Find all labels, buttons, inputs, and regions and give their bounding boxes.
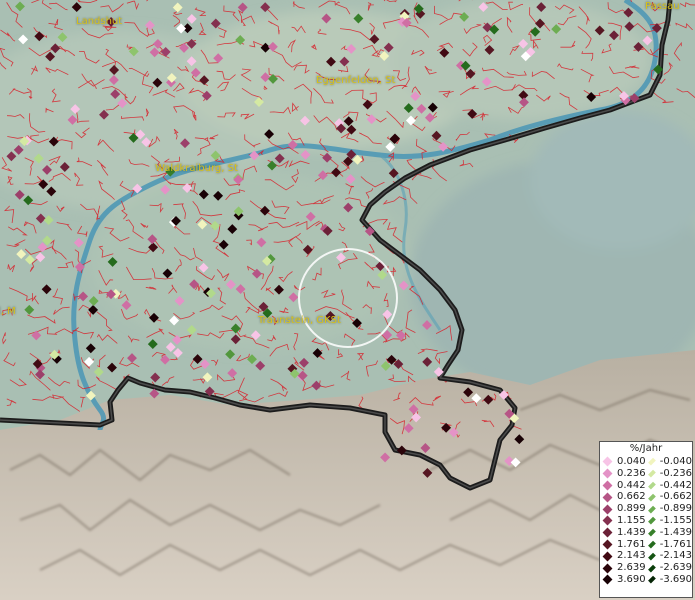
legend-value: -0.899 xyxy=(659,503,692,515)
legend-swatch xyxy=(602,539,613,550)
legend-entry-negative: -0.442 xyxy=(646,480,692,492)
legend-value: -0.236 xyxy=(659,467,692,479)
place-label-left-edge: l, M xyxy=(0,306,16,317)
legend-entry-positive: 2.639 xyxy=(600,562,646,574)
legend-value: 3.690 xyxy=(617,573,646,585)
legend-value: 2.639 xyxy=(617,562,646,574)
legend-swatch xyxy=(602,456,613,467)
legend-value: 0.662 xyxy=(617,491,646,503)
legend-value: 1.761 xyxy=(617,538,646,550)
legend-row: 1.439 -1.439 xyxy=(600,527,692,539)
legend-swatch xyxy=(648,552,656,561)
legend-entry-negative: -0.662 xyxy=(646,491,692,503)
legend-entry-negative: -2.639 xyxy=(646,562,692,574)
legend-value: -0.662 xyxy=(659,491,692,503)
place-label-traunstein: Traunstein, GKSt xyxy=(258,315,341,326)
legend-entry-positive: 0.040 xyxy=(600,456,646,468)
legend-value: 1.439 xyxy=(617,526,646,538)
legend-value: 2.143 xyxy=(617,550,646,562)
legend-entry-negative: -1.155 xyxy=(646,515,692,527)
legend-swatch xyxy=(648,564,656,572)
legend-entry-negative: -0.236 xyxy=(646,468,692,480)
legend-row: 0.236 -0.236 xyxy=(600,468,692,480)
legend-swatch xyxy=(602,551,613,562)
legend-entry-positive: 1.439 xyxy=(600,527,646,539)
terrain-map[interactable] xyxy=(0,0,695,600)
legend-swatch xyxy=(648,493,656,502)
place-label-passau: Passau xyxy=(645,1,680,12)
legend-value: -3.690 xyxy=(659,573,692,585)
legend-entry-negative: -0.899 xyxy=(646,503,692,515)
legend-value: -0.040 xyxy=(659,456,692,467)
legend-swatch xyxy=(602,504,613,515)
legend-entry-positive: 1.155 xyxy=(600,515,646,527)
legend-row: 0.899 -0.899 xyxy=(600,503,692,515)
legend-entry-positive: 0.662 xyxy=(600,491,646,503)
legend-value: 0.236 xyxy=(617,467,646,479)
legend-value: 0.442 xyxy=(617,479,646,491)
legend-unit: %/Jahr xyxy=(629,443,663,454)
legend-row: 3.690 -3.690 xyxy=(600,574,692,586)
legend-swatch xyxy=(648,505,656,513)
legend-entry-negative: -1.761 xyxy=(646,539,692,551)
legend-row: 2.639 -2.639 xyxy=(600,562,692,574)
legend-value: 0.040 xyxy=(617,456,646,467)
legend-value: -1.155 xyxy=(659,514,692,526)
legend-swatch xyxy=(602,563,613,574)
legend-row: 1.761 -1.761 xyxy=(600,539,692,551)
legend-entry-positive: 2.143 xyxy=(600,550,646,562)
legend-swatch xyxy=(648,458,656,466)
legend-swatch xyxy=(602,468,613,479)
legend-entry-positive: 0.442 xyxy=(600,480,646,492)
legend-swatch xyxy=(602,515,613,526)
legend-row: 0.662 -0.662 xyxy=(600,491,692,503)
legend-entry-positive: 0.236 xyxy=(600,468,646,480)
legend-swatch xyxy=(602,480,613,491)
legend-swatch xyxy=(648,517,656,525)
legend-swatch xyxy=(602,492,613,503)
legend-swatch xyxy=(602,527,613,538)
legend-value: 1.155 xyxy=(617,514,646,526)
legend-row: 0.442 -0.442 xyxy=(600,480,692,492)
legend-entry-negative: -3.690 xyxy=(646,574,692,586)
place-label-waldkraiburg: Waldkraiburg, St xyxy=(155,163,238,174)
legend-row: 2.143 -2.143 xyxy=(600,550,692,562)
legend-value: -2.143 xyxy=(659,550,692,562)
place-label-landshut: Landshut xyxy=(76,16,123,27)
legend-row: 1.155 -1.155 xyxy=(600,515,692,527)
legend-value: -1.439 xyxy=(659,526,692,538)
legend-swatch xyxy=(648,576,656,584)
legend-entry-negative: -0.040 xyxy=(646,456,692,468)
legend-entry-positive: 0.899 xyxy=(600,503,646,515)
legend-swatch xyxy=(648,469,656,478)
legend-entry-negative: -2.143 xyxy=(646,550,692,562)
legend-swatch xyxy=(648,481,656,490)
legend-entry-positive: 3.690 xyxy=(600,574,646,586)
place-label-eggenfelden: Eggenfelden, St xyxy=(316,75,396,86)
legend-swatch xyxy=(602,574,613,585)
legend-rows: 0.040 -0.040 0.236 -0.236 0.442 -0.442 0.662 -0… xyxy=(600,456,692,586)
legend-swatch xyxy=(648,540,656,549)
legend-value: -2.639 xyxy=(659,562,692,574)
legend-value: -0.442 xyxy=(659,479,692,491)
legend-swatch xyxy=(648,528,656,537)
legend-row: 0.040 -0.040 xyxy=(600,456,692,468)
legend-entry-negative: -1.439 xyxy=(646,527,692,539)
legend-value: 0.899 xyxy=(617,503,646,515)
legend-value: -1.761 xyxy=(659,538,692,550)
legend-entry-positive: 1.761 xyxy=(600,539,646,551)
map-legend: %/Jahr 0.040 -0.040 0.236 -0.236 0.442 -0.442… xyxy=(599,441,693,598)
